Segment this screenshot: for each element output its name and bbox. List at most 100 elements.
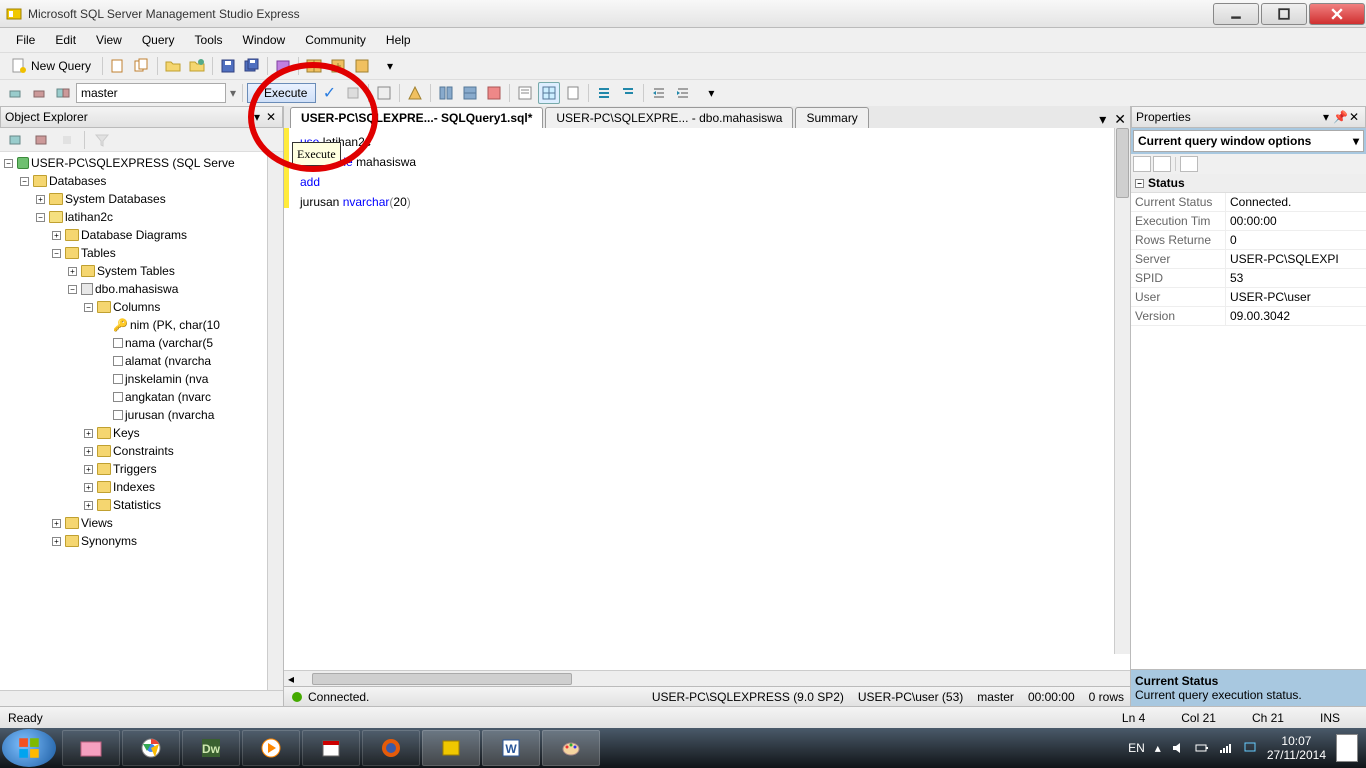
results-grid-icon[interactable] xyxy=(538,82,560,104)
props-dropdown-icon[interactable]: ▾ xyxy=(1319,110,1333,124)
oe-filter-icon[interactable] xyxy=(91,129,113,151)
menu-community[interactable]: Community xyxy=(297,30,374,50)
props-row[interactable]: Execution Tim00:00:00 xyxy=(1131,212,1366,231)
properties-combo[interactable]: Current query window options▾ xyxy=(1133,130,1364,152)
props-close-icon[interactable]: ✕ xyxy=(1347,110,1361,124)
tree-statistics[interactable]: Statistics xyxy=(113,496,161,514)
sql-editor[interactable]: use latihan2c alter table mahasiswa add … xyxy=(284,128,1130,670)
execute-button[interactable]: !Execute xyxy=(247,83,316,103)
tb-icon-7[interactable] xyxy=(351,55,373,77)
results-text-icon[interactable] xyxy=(514,82,536,104)
tree-indexes[interactable]: Indexes xyxy=(113,478,155,496)
menu-edit[interactable]: Edit xyxy=(47,30,84,50)
props-row[interactable]: Version09.00.3042 xyxy=(1131,307,1366,326)
menu-help[interactable]: Help xyxy=(378,30,419,50)
tree-diagrams[interactable]: Database Diagrams xyxy=(81,226,187,244)
toolbar2-dropdown-icon[interactable]: ▾ xyxy=(706,82,716,104)
tree-col-alamat[interactable]: alamat (nvarcha xyxy=(125,352,211,370)
tree-triggers[interactable]: Triggers xyxy=(113,460,157,478)
task-paint[interactable] xyxy=(542,730,600,766)
new-query-button[interactable]: New Query xyxy=(4,55,98,77)
menu-window[interactable]: Window xyxy=(235,30,294,50)
props-row[interactable]: Rows Returne0 xyxy=(1131,231,1366,250)
database-combo[interactable] xyxy=(76,83,226,103)
uncomment-icon[interactable] xyxy=(617,82,639,104)
tb2-icon-2[interactable] xyxy=(404,82,426,104)
object-explorer-tree[interactable]: − USER-PC\SQLEXPRESS (SQL Serve − Databa… xyxy=(0,152,283,690)
disconnect-icon[interactable] xyxy=(28,82,50,104)
outdent-icon[interactable] xyxy=(672,82,694,104)
comment-icon[interactable] xyxy=(593,82,615,104)
tb-icon-2[interactable] xyxy=(131,55,153,77)
maximize-button[interactable] xyxy=(1261,3,1307,25)
tree-col-jnskelamin[interactable]: jnskelamin (nva xyxy=(125,370,208,388)
task-calendar[interactable] xyxy=(302,730,360,766)
pin-icon[interactable]: ▾ xyxy=(250,110,264,124)
props-pages-icon[interactable] xyxy=(1180,156,1198,172)
action-center-icon[interactable] xyxy=(1243,741,1257,755)
tree-scrollbar[interactable] xyxy=(267,152,283,690)
connect-icon[interactable] xyxy=(4,82,26,104)
task-chrome[interactable] xyxy=(122,730,180,766)
oe-disconnect-icon[interactable] xyxy=(30,129,52,151)
tree-server[interactable]: USER-PC\SQLEXPRESS (SQL Serve xyxy=(31,154,235,172)
task-mediaplayer[interactable] xyxy=(242,730,300,766)
task-dreamweaver[interactable]: Dw xyxy=(182,730,240,766)
tree-databases[interactable]: Databases xyxy=(49,172,106,190)
task-firefox[interactable] xyxy=(362,730,420,766)
tree-synonyms[interactable]: Synonyms xyxy=(81,532,137,550)
tree-col-jurusan[interactable]: jurusan (nvarcha xyxy=(125,406,214,424)
tree-keys[interactable]: Keys xyxy=(113,424,140,442)
save-icon[interactable] xyxy=(217,55,239,77)
props-row[interactable]: Current StatusConnected. xyxy=(1131,193,1366,212)
menu-tools[interactable]: Tools xyxy=(187,30,231,50)
tree-hscrollbar[interactable] xyxy=(0,690,283,706)
start-button[interactable] xyxy=(2,729,56,767)
tab-summary[interactable]: Summary xyxy=(795,107,868,128)
menu-file[interactable]: File xyxy=(8,30,43,50)
tree-latihan2c[interactable]: latihan2c xyxy=(65,208,113,226)
minimize-button[interactable] xyxy=(1213,3,1259,25)
save-all-icon[interactable] xyxy=(241,55,263,77)
tab-close-icon[interactable]: ✕ xyxy=(1110,111,1130,128)
tray-user-icon[interactable] xyxy=(1336,734,1358,762)
editor-vscrollbar[interactable] xyxy=(1114,128,1130,654)
tb-icon-4[interactable] xyxy=(272,55,294,77)
menu-query[interactable]: Query xyxy=(134,30,183,50)
tb-icon-6[interactable] xyxy=(327,55,349,77)
oe-connect-icon[interactable] xyxy=(4,129,26,151)
battery-icon[interactable] xyxy=(1195,741,1209,755)
tree-views[interactable]: Views xyxy=(81,514,113,532)
props-pin-icon[interactable]: 📌 xyxy=(1333,110,1347,124)
parse-check-icon[interactable]: ✓ xyxy=(318,82,340,104)
props-categorized-icon[interactable] xyxy=(1133,156,1151,172)
network-icon[interactable] xyxy=(1219,741,1233,755)
tab-dropdown-icon[interactable]: ▾ xyxy=(1095,111,1110,128)
tree-tables[interactable]: Tables xyxy=(81,244,116,262)
expand-icon[interactable]: − xyxy=(4,159,13,168)
tree-sysdb[interactable]: System Databases xyxy=(65,190,166,208)
tree-constraints[interactable]: Constraints xyxy=(113,442,174,460)
tree-col-nim[interactable]: nim (PK, char(10 xyxy=(130,316,220,334)
tb-icon-1[interactable] xyxy=(107,55,129,77)
task-ssms[interactable] xyxy=(422,730,480,766)
props-row[interactable]: ServerUSER-PC\SQLEXPI xyxy=(1131,250,1366,269)
editor-hscrollbar[interactable]: ◂ xyxy=(284,670,1130,686)
menu-view[interactable]: View xyxy=(88,30,130,50)
close-button[interactable] xyxy=(1309,3,1365,25)
tb2-icon-5[interactable] xyxy=(483,82,505,104)
tray-lang[interactable]: EN xyxy=(1128,741,1145,755)
tree-systables[interactable]: System Tables xyxy=(97,262,175,280)
props-alpha-icon[interactable] xyxy=(1153,156,1171,172)
indent-icon[interactable] xyxy=(648,82,670,104)
results-file-icon[interactable] xyxy=(562,82,584,104)
cancel-exec-icon[interactable] xyxy=(342,82,364,104)
props-cat-status[interactable]: −Status xyxy=(1131,174,1366,193)
task-explorer[interactable] xyxy=(62,730,120,766)
props-row[interactable]: SPID53 xyxy=(1131,269,1366,288)
properties-grid[interactable]: −Status Current StatusConnected.Executio… xyxy=(1131,174,1366,669)
tree-columns[interactable]: Columns xyxy=(113,298,160,316)
props-row[interactable]: UserUSER-PC\user xyxy=(1131,288,1366,307)
tray-chevron-icon[interactable]: ▴ xyxy=(1155,741,1161,755)
tb2-icon-1[interactable] xyxy=(373,82,395,104)
